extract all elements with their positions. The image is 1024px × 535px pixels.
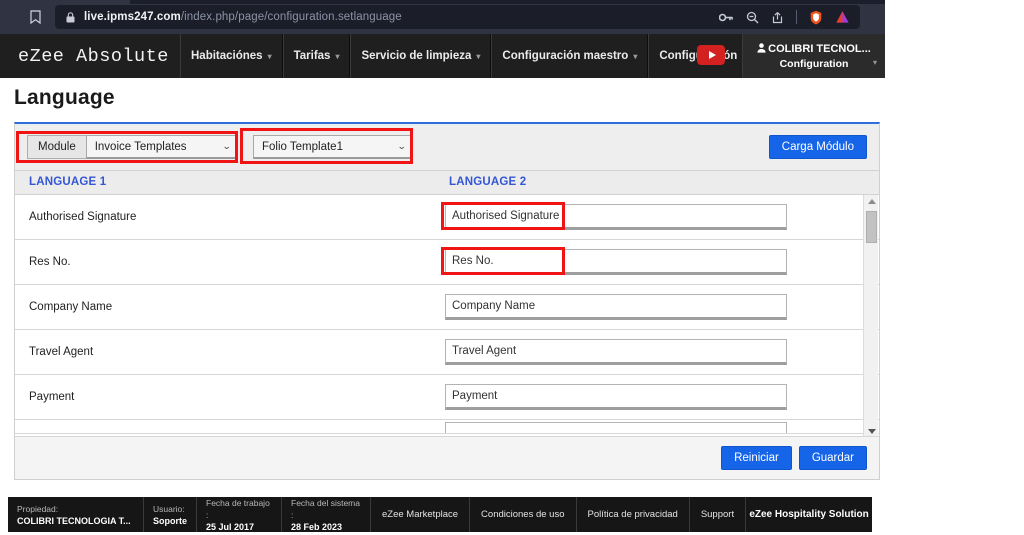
key-icon[interactable] xyxy=(719,12,734,23)
status-link-support[interactable]: Support xyxy=(690,497,747,532)
row-translation-input[interactable]: Authorised Signature xyxy=(445,204,787,230)
share-icon[interactable] xyxy=(771,11,784,24)
row-translation-input[interactable]: Company Name xyxy=(445,294,787,320)
nav-item-tarifas[interactable]: Tarifas ▾ xyxy=(282,34,351,78)
guardar-button[interactable]: Guardar xyxy=(798,446,867,470)
user-menu[interactable]: COLIBRI TECNOL... Configuration ▾ xyxy=(742,34,885,78)
row-translation-input[interactable] xyxy=(445,422,787,433)
screenshot-root: live.ipms247.com/index.php/page/configur… xyxy=(0,0,1024,535)
row-label: Travel Agent xyxy=(29,346,94,358)
nav-item-label: Habitaciónes xyxy=(191,50,263,62)
nav-item-label: Configuración maestro xyxy=(502,50,629,62)
youtube-icon[interactable] xyxy=(697,45,725,65)
url-host: live.ipms247.com xyxy=(84,11,181,23)
user-name: COLIBRI TECNOL... xyxy=(768,43,871,55)
table-header-row: LANGUAGE 1 LANGUAGE 2 xyxy=(15,171,879,195)
chevron-down-icon: ▾ xyxy=(476,51,481,61)
column-header-language-1: LANGUAGE 1 xyxy=(29,176,107,188)
status-key: Fecha de trabajo : xyxy=(206,497,270,520)
status-cell-propiedad: Propiedad: COLIBRI TECNOLOGIA T... xyxy=(8,497,144,532)
status-key: Propiedad: xyxy=(17,503,59,514)
page-title: Language xyxy=(14,86,115,109)
status-value: 25 Jul 2017 xyxy=(206,521,255,532)
status-cell-fecha-trabajo: Fecha de trabajo : 25 Jul 2017 xyxy=(197,497,282,532)
table-row: Travel Agent Travel Agent xyxy=(15,330,879,375)
row-translation-input[interactable]: Res No. xyxy=(445,249,787,275)
brave-lion-icon[interactable] xyxy=(835,10,850,24)
status-cell-usuario: Usuario: Soporte xyxy=(144,497,197,532)
url-path: /index.php/page/configuration.setlanguag… xyxy=(180,11,402,23)
chevron-down-icon: ⌄ xyxy=(222,141,232,151)
icon-separator xyxy=(796,10,797,24)
scroll-up-arrow-icon[interactable] xyxy=(864,195,879,208)
status-link-condiciones[interactable]: Condiciones de uso xyxy=(470,497,577,532)
status-link-marketplace[interactable]: eZee Marketplace xyxy=(371,497,471,532)
zoom-out-icon[interactable] xyxy=(746,11,759,24)
status-brand: eZee Hospitality Solution xyxy=(749,509,869,520)
scroll-down-triangle xyxy=(867,429,876,434)
browser-tabstrip xyxy=(130,0,885,4)
chevron-down-icon: ▾ xyxy=(872,58,877,67)
nav-item-servicio-de-limpieza[interactable]: Servicio de limpieza ▾ xyxy=(350,34,492,78)
carga-modulo-button[interactable]: Carga Módulo xyxy=(768,135,867,159)
nav-item-configuracion-maestro[interactable]: Configuración maestro ▾ xyxy=(491,34,649,78)
module-label: Module xyxy=(27,135,86,159)
youtube-play-triangle xyxy=(708,51,716,59)
user-icon xyxy=(757,42,766,56)
template-select[interactable]: Folio Template1 ⌄ xyxy=(253,135,413,159)
module-select[interactable]: Invoice Templates ⌄ xyxy=(85,135,238,159)
chevron-down-icon: ⌄ xyxy=(397,141,407,151)
scrollbar-thumb[interactable] xyxy=(866,211,877,243)
module-select-group: Module Invoice Templates ⌄ xyxy=(27,135,238,159)
browser-chrome: live.ipms247.com/index.php/page/configur… xyxy=(0,0,885,34)
scroll-up-triangle xyxy=(867,199,876,204)
user-name-row: COLIBRI TECNOL... xyxy=(757,42,871,56)
panel-toolbar: Module Invoice Templates ⌄ Folio Templat… xyxy=(15,124,879,171)
panel-footer: Reiniciar Guardar xyxy=(15,436,879,479)
table-row: Payment Payment xyxy=(15,375,879,420)
user-role: Configuration xyxy=(779,57,849,70)
nav-item-label: Servicio de limpieza xyxy=(361,50,472,62)
status-key: Usuario: xyxy=(153,503,185,514)
column-header-language-2: LANGUAGE 2 xyxy=(449,176,527,188)
bookmark-icon[interactable] xyxy=(27,9,43,25)
panel-footer-buttons: Reiniciar Guardar xyxy=(721,446,867,470)
table-vertical-scrollbar[interactable] xyxy=(863,195,878,438)
table-row-partial xyxy=(15,420,879,434)
chevron-down-icon: ▾ xyxy=(633,51,638,61)
status-value: 28 Feb 2023 xyxy=(291,521,343,532)
status-key: Fecha del sistema : xyxy=(291,497,360,520)
browser-action-icons xyxy=(719,5,850,29)
module-select-value: Invoice Templates xyxy=(94,140,187,153)
row-translation-input[interactable]: Payment xyxy=(445,384,787,410)
table-row: Authorised Signature Authorised Signatur… xyxy=(15,195,879,240)
row-label: Authorised Signature xyxy=(29,211,137,223)
row-label: Payment xyxy=(29,391,75,403)
status-cell-fecha-sistema: Fecha del sistema : 28 Feb 2023 xyxy=(282,497,371,532)
status-bar: Propiedad: COLIBRI TECNOLOGIA T... Usuar… xyxy=(8,497,872,532)
app-navbar: eZee Absolute Habitaciónes ▾ Tarifas ▾ S… xyxy=(0,34,885,78)
chevron-down-icon: ▾ xyxy=(335,51,340,61)
table-row: Res No. Res No. xyxy=(15,240,879,285)
language-panel: Module Invoice Templates ⌄ Folio Templat… xyxy=(14,122,880,480)
nav-item-label: Tarifas xyxy=(293,50,331,62)
brave-shield-icon[interactable] xyxy=(809,10,823,25)
table-row: Company Name Company Name xyxy=(15,285,879,330)
app-brand[interactable]: eZee Absolute xyxy=(18,34,169,78)
reiniciar-button[interactable]: Reiniciar xyxy=(721,446,792,470)
status-link-privacidad[interactable]: Política de privacidad xyxy=(577,497,690,532)
status-value: Soporte xyxy=(153,515,188,526)
row-label: Res No. xyxy=(29,256,71,268)
address-bar[interactable]: live.ipms247.com/index.php/page/configur… xyxy=(55,5,860,29)
language-table-body: Authorised Signature Authorised Signatur… xyxy=(15,195,879,438)
url-text: live.ipms247.com/index.php/page/configur… xyxy=(84,11,402,23)
chevron-down-icon: ▾ xyxy=(267,51,272,61)
lock-icon xyxy=(66,11,75,23)
row-translation-input[interactable]: Travel Agent xyxy=(445,339,787,365)
status-value: COLIBRI TECNOLOGIA T... xyxy=(17,515,131,526)
row-label: Company Name xyxy=(29,301,113,313)
template-select-value: Folio Template1 xyxy=(262,140,343,153)
nav-item-habitaciones[interactable]: Habitaciónes ▾ xyxy=(180,34,283,78)
